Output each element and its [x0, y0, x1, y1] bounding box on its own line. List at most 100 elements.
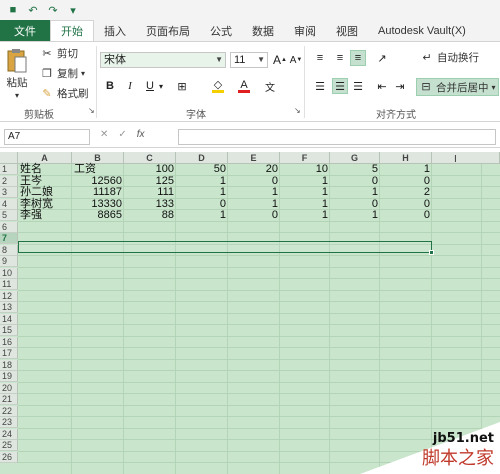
cell-b3[interactable]: 11187: [74, 187, 122, 198]
align-center-button[interactable]: ☰: [332, 78, 348, 94]
row-header-2[interactable]: 2: [0, 175, 18, 187]
enter-icon[interactable]: ✓: [118, 129, 126, 145]
cut-button[interactable]: ✂ 剪切: [40, 46, 78, 61]
cell-f1[interactable]: 10: [282, 164, 328, 175]
cell-f5[interactable]: 1: [282, 210, 328, 221]
cell-g2[interactable]: 0: [332, 175, 378, 187]
paste-button[interactable]: 粘贴 ▾: [6, 48, 28, 100]
tab-view[interactable]: 视图: [326, 20, 368, 41]
row-header-1[interactable]: 1: [0, 164, 18, 175]
row-header-21[interactable]: 21: [0, 394, 18, 405]
cell-a5[interactable]: 李强: [20, 210, 70, 221]
row-header-19[interactable]: 19: [0, 371, 18, 382]
tab-data[interactable]: 数据: [242, 20, 284, 41]
cell-c4[interactable]: 133: [126, 198, 174, 210]
cell-e3[interactable]: 1: [230, 187, 278, 198]
tab-home[interactable]: 开始: [50, 20, 94, 41]
row-header-22[interactable]: 22: [0, 405, 18, 417]
cell-h5[interactable]: 0: [382, 210, 430, 221]
font-color-button[interactable]: A: [236, 78, 252, 94]
cell-h2[interactable]: 0: [382, 175, 430, 187]
cell-e4[interactable]: 1: [230, 198, 278, 210]
cancel-icon[interactable]: ✕: [100, 129, 108, 145]
cell-d5[interactable]: 1: [178, 210, 226, 221]
border-button[interactable]: ⊞: [174, 78, 190, 94]
row-header-14[interactable]: 14: [0, 313, 18, 325]
row-header-10[interactable]: 10: [0, 267, 18, 279]
tab-file[interactable]: 文件: [0, 20, 50, 41]
cell-a3[interactable]: 孙二娘: [20, 187, 70, 198]
cell-b1[interactable]: 工资: [74, 164, 122, 175]
align-right-button[interactable]: ☰: [350, 78, 366, 94]
italic-button[interactable]: I: [122, 78, 138, 94]
increase-indent-button[interactable]: ⇥: [392, 78, 408, 94]
tab-page-layout[interactable]: 页面布局: [136, 20, 200, 41]
phonetic-guide-button[interactable]: 文: [262, 78, 278, 94]
name-box[interactable]: A7: [4, 129, 90, 145]
align-bottom-button[interactable]: ≡: [350, 50, 366, 66]
cell-c2[interactable]: 125: [126, 175, 174, 187]
merge-center-button[interactable]: ⊟ 合并后居中 ▾: [416, 78, 499, 96]
cell-c5[interactable]: 88: [126, 210, 174, 221]
fill-handle[interactable]: [429, 250, 434, 255]
cell-b2[interactable]: 12560: [74, 175, 122, 187]
row-header-25[interactable]: 25: [0, 440, 18, 451]
format-painter-button[interactable]: ✎ 格式刷: [40, 86, 88, 101]
row-header-13[interactable]: 13: [0, 302, 18, 313]
tab-autodesk-vault[interactable]: Autodesk Vault(X): [368, 20, 476, 41]
align-top-button[interactable]: ≡: [312, 50, 328, 66]
cell-a1[interactable]: 姓名: [20, 164, 70, 175]
row-header-16[interactable]: 16: [0, 336, 18, 348]
cell-f3[interactable]: 1: [282, 187, 328, 198]
cell-d4[interactable]: 0: [178, 198, 226, 210]
insert-function-icon[interactable]: fx: [137, 129, 145, 145]
grow-font-button[interactable]: A ▲: [272, 52, 288, 68]
font-name-combo[interactable]: 宋体 ▼: [100, 52, 226, 68]
row-header-9[interactable]: 9: [0, 256, 18, 267]
save-icon[interactable]: ■: [6, 3, 20, 17]
customize-icon[interactable]: ▾: [66, 3, 80, 17]
cell-d3[interactable]: 1: [178, 187, 226, 198]
cell-b5[interactable]: 8865: [74, 210, 122, 221]
cell-h1[interactable]: 1: [382, 164, 430, 175]
cell-d1[interactable]: 50: [178, 164, 226, 175]
cell-b4[interactable]: 13330: [74, 198, 122, 210]
wrap-text-button[interactable]: ↵ 自动换行: [420, 50, 479, 65]
cell-e1[interactable]: 20: [230, 164, 278, 175]
copy-dropdown-arrow[interactable]: ▾: [81, 69, 85, 78]
cell-g3[interactable]: 1: [332, 187, 378, 198]
clipboard-launcher-icon[interactable]: ↘: [88, 106, 95, 115]
cell-c3[interactable]: 111: [126, 187, 174, 198]
align-middle-button[interactable]: ≡: [332, 50, 348, 66]
row-header-5[interactable]: 5: [0, 210, 18, 221]
copy-button[interactable]: ❐ 复制 ▾: [40, 66, 85, 81]
redo-icon[interactable]: ↷: [46, 3, 60, 17]
cell-c1[interactable]: 100: [126, 164, 174, 175]
merge-dropdown-arrow[interactable]: ▾: [492, 83, 496, 92]
row-header-18[interactable]: 18: [0, 359, 18, 371]
cell-h3[interactable]: 2: [382, 187, 430, 198]
row-header-23[interactable]: 23: [0, 417, 18, 428]
row-header-3[interactable]: 3: [0, 187, 18, 198]
font-size-combo[interactable]: 11 ▼: [230, 52, 268, 68]
row-header-17[interactable]: 17: [0, 348, 18, 359]
column-header-empty[interactable]: [432, 152, 500, 164]
tab-formulas[interactable]: 公式: [200, 20, 242, 41]
tab-review[interactable]: 审阅: [284, 20, 326, 41]
cell-a2[interactable]: 王岑: [20, 175, 70, 187]
underline-dropdown-arrow[interactable]: ▾: [156, 78, 166, 94]
row-header-12[interactable]: 12: [0, 290, 18, 302]
decrease-indent-button[interactable]: ⇤: [374, 78, 390, 94]
font-launcher-icon[interactable]: ↘: [294, 106, 301, 115]
paste-dropdown-arrow[interactable]: ▾: [15, 91, 19, 100]
cell-h4[interactable]: 0: [382, 198, 430, 210]
row-header-6[interactable]: 6: [0, 221, 18, 233]
select-all-corner[interactable]: [0, 152, 18, 164]
row-header-15[interactable]: 15: [0, 325, 18, 336]
row-header-8[interactable]: 8: [0, 244, 18, 256]
row-header-7[interactable]: 7: [0, 233, 18, 244]
cell-e5[interactable]: 0: [230, 210, 278, 221]
cell-g1[interactable]: 5: [332, 164, 378, 175]
orientation-button[interactable]: ↗: [374, 50, 390, 66]
row-header-20[interactable]: 20: [0, 382, 18, 394]
